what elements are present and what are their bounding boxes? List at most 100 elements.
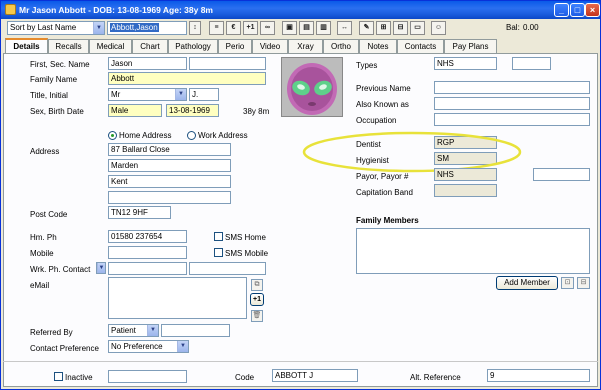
- tab-ortho[interactable]: Ortho: [323, 39, 359, 53]
- alt-reference-field[interactable]: 9: [487, 369, 590, 382]
- birth-date-field[interactable]: 13-08-1969: [166, 104, 219, 117]
- tab-pay-plans[interactable]: Pay Plans: [444, 39, 497, 53]
- postcode-field[interactable]: TN12 9HF: [108, 206, 171, 219]
- work-phone-field[interactable]: [108, 262, 187, 275]
- email-add-button[interactable]: +1: [250, 293, 264, 306]
- tab-perio[interactable]: Perio: [218, 39, 252, 53]
- second-name-field[interactable]: [189, 57, 266, 70]
- tab-medical[interactable]: Medical: [89, 39, 132, 53]
- types-extra-field[interactable]: [512, 57, 551, 70]
- referred-by-select[interactable]: Patient ▼: [108, 324, 159, 337]
- email-copy-icon[interactable]: ⧉: [251, 279, 263, 291]
- list-button[interactable]: ≡: [209, 21, 224, 35]
- delete-button[interactable]: ▥: [316, 21, 331, 35]
- capitation-label: Capitation Band: [356, 188, 413, 197]
- tab-xray[interactable]: Xray: [288, 39, 323, 53]
- alt-reference-label: Alt. Reference: [410, 373, 461, 382]
- minimize-button[interactable]: _: [554, 3, 569, 17]
- sex-field[interactable]: Male: [108, 104, 162, 117]
- home-address-radio[interactable]: [108, 131, 117, 140]
- address-line-1[interactable]: 87 Ballard Close: [108, 143, 231, 156]
- payor-number-field[interactable]: [533, 168, 590, 181]
- sex-label: Sex, Birth Date: [30, 107, 84, 116]
- occupation-field[interactable]: [434, 113, 590, 126]
- family-members-list[interactable]: [356, 228, 590, 274]
- first-name-label: First, Sec. Name: [30, 60, 90, 69]
- family-members-label: Family Members: [356, 216, 419, 225]
- inactive-field[interactable]: [108, 370, 187, 383]
- edit-button[interactable]: ✎: [359, 21, 374, 35]
- print-button[interactable]: ▤: [299, 21, 314, 35]
- previous-name-label: Previous Name: [356, 84, 411, 93]
- initial-field[interactable]: J.: [189, 88, 219, 101]
- patient-button[interactable]: ☺: [431, 21, 446, 35]
- payor-label: Payor, Payor #: [356, 172, 409, 181]
- capitation-field[interactable]: [434, 184, 497, 197]
- address-label: Address: [30, 147, 60, 156]
- title-bar[interactable]: Mr Jason Abbott - DOB: 13-08-1969 Age: 3…: [1, 1, 600, 19]
- email-delete-icon[interactable]: 🗑: [251, 310, 263, 322]
- tab-recalls[interactable]: Recalls: [48, 39, 89, 53]
- previous-name-field[interactable]: [434, 81, 590, 94]
- contact-pref-select[interactable]: No Preference ▼: [108, 340, 189, 353]
- patient-search-input[interactable]: Abbott,Jason: [107, 21, 187, 35]
- types-label: Types: [356, 61, 378, 70]
- work-address-radio[interactable]: [187, 131, 196, 140]
- link-button[interactable]: ∞: [260, 21, 275, 35]
- title-value: Mr: [111, 90, 121, 99]
- occupation-label: Occupation: [356, 116, 397, 125]
- home-address-label: Home Address: [119, 131, 172, 140]
- work-contact-dropdown[interactable]: ▼: [96, 262, 106, 274]
- work-phone-label: Wrk. Ph. Contact: [30, 265, 91, 274]
- balance-value: 0.00: [523, 23, 539, 32]
- family-name-field[interactable]: Abbott: [108, 72, 266, 85]
- sort-select[interactable]: Sort by Last Name ▼: [7, 21, 105, 35]
- tab-video[interactable]: Video: [252, 39, 288, 53]
- add-member-button[interactable]: Add Member: [496, 276, 558, 290]
- transfer-button[interactable]: ↔: [337, 21, 352, 35]
- referred-by-label: Referred By: [30, 328, 73, 337]
- tab-pathology[interactable]: Pathology: [168, 39, 218, 53]
- tab-details[interactable]: Details: [5, 38, 48, 53]
- patient-photo[interactable]: [281, 57, 343, 117]
- email-field[interactable]: [108, 277, 247, 319]
- work-contact-field[interactable]: [189, 262, 266, 275]
- euro-button[interactable]: €: [226, 21, 241, 35]
- tab-contacts[interactable]: Contacts: [397, 39, 444, 53]
- referred-by-field[interactable]: [161, 324, 230, 337]
- home-phone-field[interactable]: 01580 237654: [108, 230, 187, 243]
- plus-one-button[interactable]: +1: [243, 21, 258, 35]
- address-line-3[interactable]: Kent: [108, 175, 231, 188]
- types-field[interactable]: NHS: [434, 57, 497, 70]
- sms-home-checkbox[interactable]: [214, 232, 223, 241]
- tab-notes[interactable]: Notes: [359, 39, 397, 53]
- chevron-down-icon: ▼: [93, 22, 104, 34]
- maximize-button[interactable]: □: [570, 3, 585, 17]
- spin-button[interactable]: ↕: [189, 21, 201, 35]
- grid-button[interactable]: ⊞: [376, 21, 391, 35]
- sms-mobile-label: SMS Mobile: [225, 249, 269, 258]
- address-line-4[interactable]: [108, 191, 231, 204]
- sms-mobile-checkbox[interactable]: [214, 248, 223, 257]
- close-button[interactable]: ×: [585, 3, 600, 17]
- chevron-down-icon: ▼: [147, 325, 158, 336]
- address-line-2[interactable]: Marden: [108, 159, 231, 172]
- first-name-field[interactable]: Jason: [108, 57, 187, 70]
- member-delete-icon[interactable]: ⊟: [577, 277, 590, 289]
- mobile-label: Mobile: [30, 249, 54, 258]
- aka-label: Also Known as: [356, 100, 409, 109]
- inactive-checkbox[interactable]: [54, 372, 63, 381]
- mobile-field[interactable]: [108, 246, 187, 259]
- note-button[interactable]: ▭: [410, 21, 425, 35]
- aka-field[interactable]: [434, 97, 590, 110]
- code-field[interactable]: ABBOTT J: [272, 369, 358, 382]
- tab-chart[interactable]: Chart: [132, 39, 168, 53]
- payor-field[interactable]: NHS: [434, 168, 497, 181]
- patient-window: Mr Jason Abbott - DOB: 13-08-1969 Age: 3…: [0, 0, 601, 390]
- save-button[interactable]: ▣: [282, 21, 297, 35]
- home-phone-label: Hm. Ph: [30, 233, 57, 242]
- member-edit-icon[interactable]: ⊡: [561, 277, 574, 289]
- title-select[interactable]: Mr ▼: [108, 88, 187, 101]
- card-button[interactable]: ⊟: [393, 21, 408, 35]
- sms-home-label: SMS Home: [225, 233, 266, 242]
